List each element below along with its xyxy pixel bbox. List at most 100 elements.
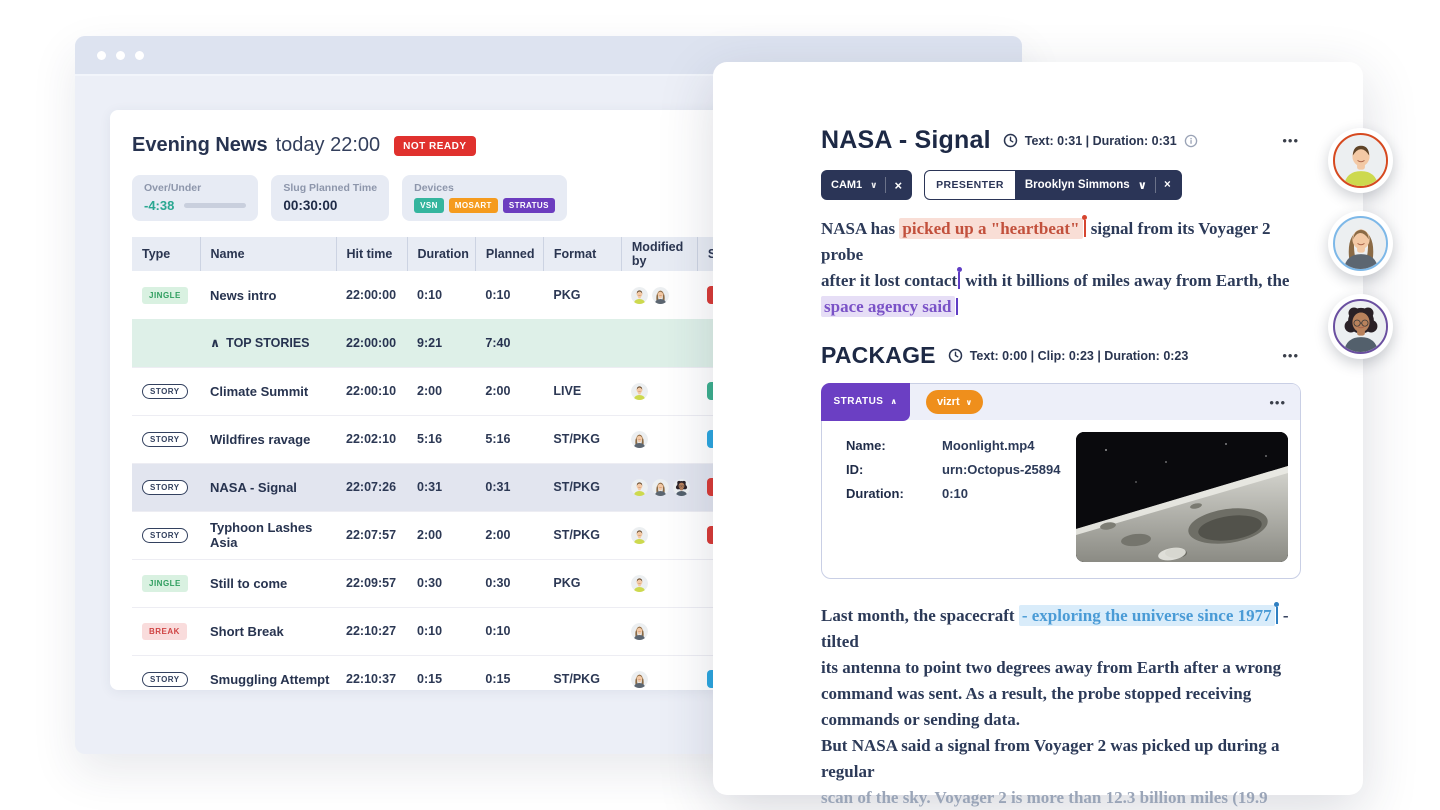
column-header-type: Type bbox=[132, 237, 200, 271]
cell-hit-time: 22:00:00 bbox=[336, 319, 407, 367]
script-text: after it lost contact bbox=[821, 271, 958, 290]
cell-modified-by bbox=[621, 558, 698, 607]
cell-hit-time: 22:00:10 bbox=[336, 366, 407, 415]
story-editor-panel: NASA - Signal Text: 0:31 | Duration: 0:3… bbox=[713, 62, 1363, 807]
cell-hit-time: 22:10:37 bbox=[336, 654, 407, 703]
type-badge-story: STORY bbox=[142, 480, 188, 495]
type-badge-jingle: JINGLE bbox=[142, 286, 188, 304]
cell-format bbox=[543, 606, 622, 655]
ready-status-badge[interactable]: NOT READY bbox=[394, 135, 476, 156]
cell-modified-by bbox=[621, 510, 698, 559]
user-avatar bbox=[631, 622, 649, 640]
script-text: commands or sending data. bbox=[821, 710, 1020, 729]
cell-modified-by bbox=[621, 654, 698, 703]
script-text-faded: scan of the sky. Voyager 2 is more than … bbox=[821, 788, 1268, 807]
group-collapse-icon[interactable]: ∧ bbox=[210, 335, 220, 350]
story-timing-meta: Text: 0:31 | Duration: 0:31 bbox=[1024, 133, 1177, 148]
cell-planned: 5:16 bbox=[475, 414, 544, 463]
script-text: its antenna to point two degrees away fr… bbox=[821, 658, 1282, 677]
cell-duration: 2:00 bbox=[407, 510, 476, 559]
clock-icon bbox=[1003, 133, 1018, 148]
column-header-hit-time: Hit time bbox=[335, 237, 407, 271]
over-under-label: Over/Under bbox=[144, 182, 202, 194]
cell-format: PKG bbox=[543, 558, 622, 607]
cell-planned: 7:40 bbox=[475, 319, 544, 367]
column-header-name: Name bbox=[199, 237, 336, 271]
cell-planned: 0:15 bbox=[475, 654, 544, 703]
media-name-value: Moonlight.mp4 bbox=[942, 438, 1035, 453]
chevron-down-icon[interactable]: ∨ bbox=[966, 398, 973, 407]
media-more-menu-icon[interactable]: ••• bbox=[1269, 395, 1286, 410]
device-badge-vsn: VSN bbox=[414, 198, 444, 213]
chevron-up-icon[interactable]: ∧ bbox=[890, 397, 897, 406]
cell-hit-time: 22:07:57 bbox=[336, 510, 407, 559]
device-badges: VSN MOSART STRATUS bbox=[414, 198, 555, 213]
package-title: PACKAGE bbox=[821, 342, 936, 368]
cell-modified-by bbox=[621, 366, 698, 415]
device-badge-mosart: MOSART bbox=[448, 198, 498, 213]
media-thumbnail-moon-image[interactable] bbox=[1076, 432, 1288, 562]
cell-type: JINGLE bbox=[132, 558, 200, 607]
cell-name: Short Break bbox=[200, 606, 336, 655]
cell-duration: 0:30 bbox=[407, 558, 476, 607]
clock-icon bbox=[948, 348, 962, 363]
window-control-dot[interactable] bbox=[135, 50, 144, 60]
user-avatar bbox=[652, 478, 670, 496]
stratus-device-tab[interactable]: STRATUS ∧ bbox=[820, 382, 911, 421]
cell-name: News intro bbox=[210, 287, 277, 303]
slug-planned-time-card: Slug Planned Time 00:30:00 bbox=[271, 175, 390, 221]
cell-duration: 0:15 bbox=[407, 654, 476, 703]
cell-format: ST/PKG bbox=[543, 510, 622, 559]
highlight-red: picked up a "heartbeat" bbox=[899, 218, 1083, 239]
user-avatar bbox=[631, 286, 649, 304]
chevron-down-icon[interactable]: ∨ bbox=[1138, 178, 1147, 192]
type-badge-story: STORY bbox=[142, 384, 188, 399]
cell-type: STORY bbox=[132, 414, 200, 463]
presenter-name: Brooklyn Simmons bbox=[1024, 179, 1130, 191]
camera-tag-label: CAM1 bbox=[831, 179, 863, 191]
rundown-title: Evening News bbox=[132, 134, 268, 156]
devices-label: Devices bbox=[414, 182, 454, 194]
collaborator-avatar-2[interactable] bbox=[1328, 211, 1393, 276]
cell-duration: 9:21 bbox=[407, 319, 476, 367]
cell-name: Climate Summit bbox=[200, 366, 336, 415]
camera-tag[interactable]: CAM1 ∨ × bbox=[821, 170, 913, 200]
column-header-planned: Planned bbox=[474, 237, 544, 271]
info-icon[interactable] bbox=[1184, 134, 1198, 148]
cell-planned: 2:00 bbox=[475, 366, 544, 415]
collaborator-avatar-3[interactable] bbox=[1328, 294, 1393, 359]
presenter-tag[interactable]: PRESENTER Brooklyn Simmons ∨ × bbox=[924, 170, 1182, 200]
cell-duration: 2:00 bbox=[407, 366, 476, 415]
collaborator-avatar-1[interactable] bbox=[1328, 128, 1393, 193]
close-icon[interactable]: × bbox=[894, 178, 902, 193]
cell-hit-time: 22:07:26 bbox=[336, 462, 407, 511]
cell-name: Smuggling Attempt bbox=[200, 654, 336, 703]
cell-type: STORY bbox=[132, 654, 200, 703]
cell-format: LIVE bbox=[543, 366, 622, 415]
cell-format: ST/PKG bbox=[543, 462, 622, 511]
cell-name: Wildfires ravage bbox=[200, 414, 336, 463]
cell-hit-time: 22:02:10 bbox=[336, 414, 407, 463]
over-under-value: -4:38 bbox=[144, 198, 175, 213]
cell-name: Still to come bbox=[200, 558, 336, 607]
script-text: NASA has bbox=[821, 219, 900, 238]
cell-hit-time: 22:09:57 bbox=[336, 558, 407, 607]
user-avatar bbox=[631, 574, 649, 592]
cell-type: BREAK bbox=[132, 606, 200, 655]
script-text: Last month, the spacecraft bbox=[821, 606, 1019, 625]
package-more-menu-icon[interactable]: ••• bbox=[1282, 348, 1299, 363]
chevron-down-icon[interactable]: ∨ bbox=[870, 180, 877, 191]
package-timing-meta: Text: 0:00 | Clip: 0:23 | Duration: 0:23 bbox=[969, 348, 1189, 363]
vizrt-graphics-tab[interactable]: vizrt ∨ bbox=[926, 390, 984, 414]
window-control-dot[interactable] bbox=[116, 50, 125, 60]
over-under-progressbar bbox=[184, 203, 247, 208]
story-more-menu-icon[interactable]: ••• bbox=[1282, 133, 1299, 148]
close-icon[interactable]: × bbox=[1164, 179, 1171, 191]
script-paragraph-1[interactable]: NASA has picked up a "heartbeat" signal … bbox=[821, 215, 1299, 320]
cell-duration: 0:31 bbox=[407, 462, 476, 511]
collab-cursor-red bbox=[1082, 215, 1088, 237]
script-paragraph-2[interactable]: Last month, the spacecraft - exploring t… bbox=[821, 602, 1299, 810]
story-tags: CAM1 ∨ × PRESENTER Brooklyn Simmons ∨ × bbox=[821, 170, 1299, 200]
window-control-dot[interactable] bbox=[97, 50, 106, 60]
group-title: TOP STORIES bbox=[226, 335, 310, 350]
